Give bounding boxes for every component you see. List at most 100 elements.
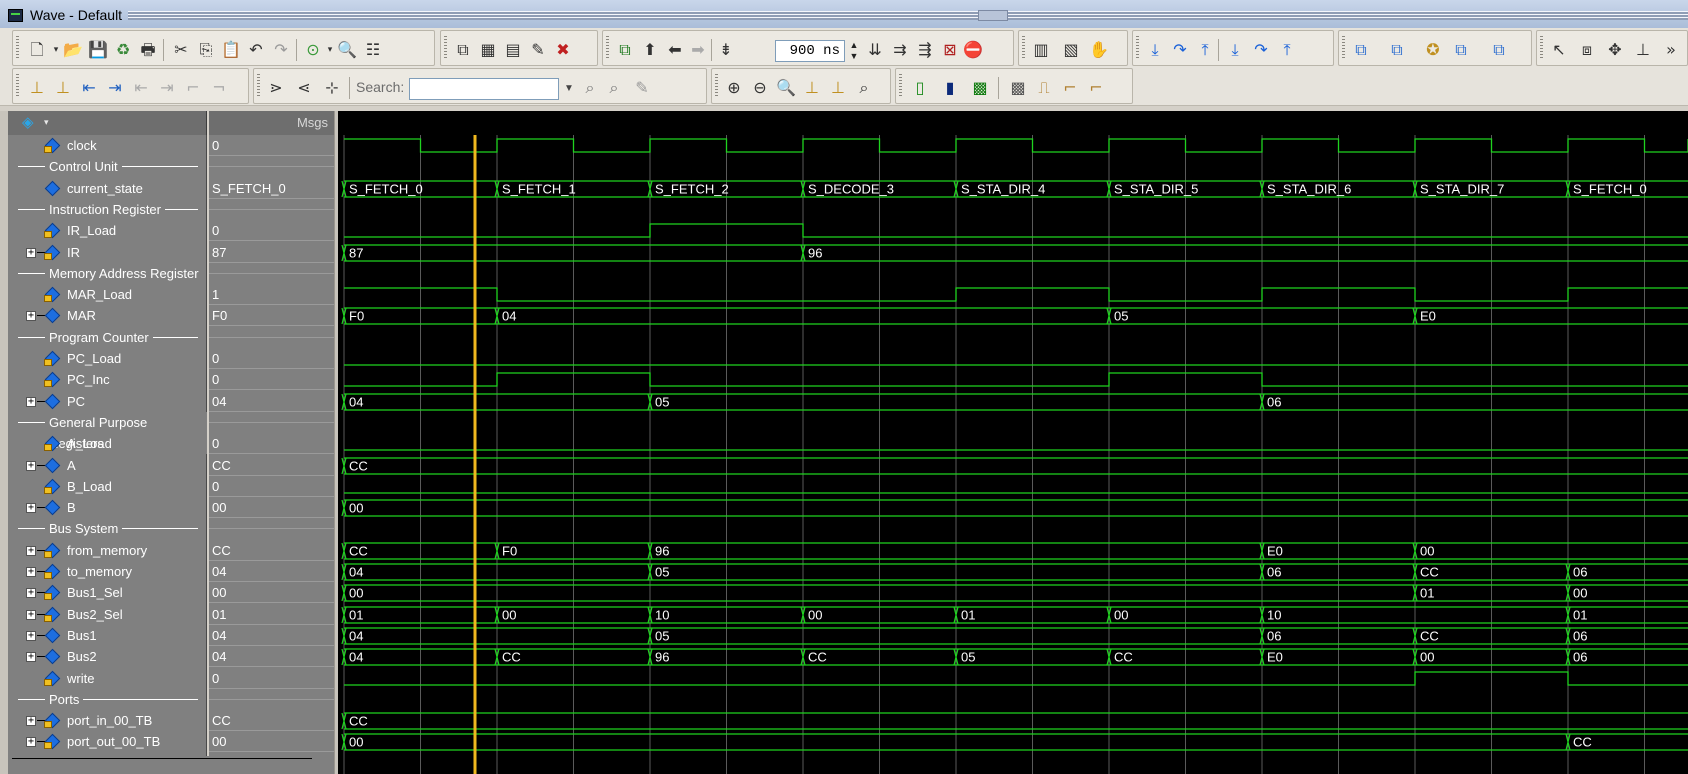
search-dropdown-icon[interactable]: ▼ bbox=[560, 78, 578, 100]
signal-row-B[interactable]: + B bbox=[8, 497, 207, 518]
signal-divider[interactable]: General Purpose Registers bbox=[8, 412, 207, 454]
delete-wave-icon[interactable]: ✖ bbox=[553, 40, 573, 60]
run-length-field[interactable]: 900 ns bbox=[775, 40, 845, 62]
zoom-region-icon[interactable]: ⌕ bbox=[854, 78, 874, 98]
waveform-Bus1_Sel[interactable]: 00 01 00 bbox=[341, 584, 1688, 602]
expand-icon[interactable]: + bbox=[26, 567, 36, 577]
signal-row-A[interactable]: + A bbox=[8, 455, 207, 476]
title-bar[interactable]: Wave - Default bbox=[0, 0, 1688, 30]
signal-divider[interactable]: Instruction Register bbox=[8, 199, 207, 220]
compare-add-icon[interactable]: ⧉ bbox=[1387, 40, 1407, 60]
waveform-IR_Load[interactable] bbox=[344, 223, 1688, 238]
signal-value[interactable]: CC bbox=[209, 710, 334, 731]
undo-icon[interactable]: ↶ bbox=[246, 40, 266, 60]
compare-run-icon[interactable]: ⧉ bbox=[1451, 40, 1471, 60]
expand-icon[interactable]: + bbox=[26, 652, 36, 662]
waveform-MAR[interactable]: F0 04 05 E0 bbox=[341, 307, 1688, 325]
paste-icon[interactable]: 📋 bbox=[221, 40, 241, 60]
format-icon[interactable]: ☷ bbox=[363, 40, 383, 60]
expand-icon[interactable]: + bbox=[26, 631, 36, 641]
signal-row-from_memory[interactable]: + from_memory bbox=[8, 540, 207, 561]
hierarchy-icon[interactable]: ⧉ bbox=[615, 40, 635, 60]
next-edge-icon[interactable]: ⇥ bbox=[105, 78, 125, 98]
signal-divider[interactable]: Bus System bbox=[8, 518, 207, 539]
print-icon[interactable]: 🖶 bbox=[138, 40, 158, 60]
chevron-down-icon[interactable]: ▾ bbox=[44, 117, 49, 128]
save-icon[interactable]: 💾 bbox=[88, 40, 108, 60]
signal-row-port_out_00_TB[interactable]: + port_out_00_TB bbox=[8, 731, 207, 752]
waveform-PC_Inc[interactable] bbox=[344, 372, 1688, 387]
rising-edge-icon[interactable]: ¬ bbox=[209, 78, 229, 98]
waveform-Bus2_Sel[interactable]: 01 00 10 00 01 00 10 01 bbox=[341, 606, 1688, 624]
expand-icon[interactable]: + bbox=[26, 461, 36, 471]
stop-icon[interactable]: ⛔ bbox=[963, 40, 983, 60]
signal-value[interactable]: F0 bbox=[209, 305, 334, 326]
signal-value[interactable]: 01 bbox=[209, 604, 334, 625]
expand-icon[interactable]: + bbox=[26, 610, 36, 620]
signal-value[interactable]: S_FETCH_0 bbox=[209, 178, 334, 199]
delta-collapse-icon[interactable]: ⌐ bbox=[1060, 78, 1080, 98]
search-input[interactable] bbox=[409, 78, 559, 100]
search-back-icon[interactable]: ⌕ bbox=[604, 78, 624, 98]
run-length-icon[interactable]: ⇟ bbox=[716, 40, 736, 60]
expand-icon[interactable]: + bbox=[26, 397, 36, 407]
signal-value[interactable]: CC bbox=[209, 455, 334, 476]
signal-row-Bus2[interactable]: + Bus2 bbox=[8, 646, 207, 667]
zoom-cursor-icon[interactable]: ⊥ bbox=[802, 78, 822, 98]
delete-cursor-icon[interactable]: ⊥ bbox=[53, 78, 73, 98]
new-file-icon[interactable]: 🗋 bbox=[27, 40, 47, 60]
arrow-left-icon[interactable]: ⬅ bbox=[665, 40, 685, 60]
wave-color-icon[interactable]: ▮ bbox=[940, 78, 960, 98]
signal-row-MAR_Load[interactable]: MAR_Load bbox=[8, 284, 207, 305]
signal-value[interactable]: 04 bbox=[209, 625, 334, 646]
open-folder-icon[interactable]: 📂 bbox=[63, 40, 83, 60]
signal-row-PC[interactable]: + PC bbox=[8, 391, 207, 412]
waveform-current_state[interactable]: S_FETCH_0 S_FETCH_1 S_FETCH_2 S_DECODE_3 S_S… bbox=[341, 180, 1688, 198]
run-length-spinner[interactable]: ▲ ▼ bbox=[847, 40, 861, 62]
signal-value[interactable]: 04 bbox=[209, 561, 334, 582]
signal-row-port_in_00_TB[interactable]: + port_in_00_TB bbox=[8, 710, 207, 731]
step-out-dropdown-icon[interactable]: ⤒ bbox=[1277, 40, 1297, 60]
edit-wave-icon[interactable]: ✎ bbox=[528, 40, 548, 60]
signal-row-Bus1_Sel[interactable]: + Bus1_Sel bbox=[8, 582, 207, 603]
search-options-icon[interactable]: ✎ bbox=[632, 78, 652, 98]
signal-row-IR[interactable]: + IR bbox=[8, 242, 207, 263]
expand-icon[interactable]: + bbox=[26, 503, 36, 513]
expand-icon[interactable]: + bbox=[26, 546, 36, 556]
waveform-port_in_00_TB[interactable]: CC bbox=[341, 712, 1688, 730]
copy-icon[interactable]: ⎘ bbox=[196, 40, 216, 60]
step-into-icon[interactable]: ⤓ bbox=[1145, 40, 1165, 60]
delta-icon[interactable]: ⎍ bbox=[1034, 78, 1054, 98]
signal-row-A_Load[interactable]: A_Load bbox=[8, 433, 207, 454]
expand-icon[interactable]: + bbox=[26, 737, 36, 747]
signal-row-current_state[interactable]: current_state bbox=[8, 178, 207, 199]
signal-value[interactable]: 87 bbox=[209, 242, 334, 263]
expression-icon[interactable]: ⊹ bbox=[322, 78, 342, 98]
arrow-up-icon[interactable]: ⬆ bbox=[640, 40, 660, 60]
signal-value[interactable]: 00 bbox=[209, 497, 334, 518]
waveform-A[interactable]: CC bbox=[341, 457, 1688, 475]
collapse-icon[interactable]: ⋖ bbox=[294, 78, 314, 98]
compare-end-icon[interactable]: ⧉ bbox=[1489, 40, 1509, 60]
signal-value[interactable]: 04 bbox=[209, 646, 334, 667]
signal-value[interactable]: 04 bbox=[209, 391, 334, 412]
signal-value[interactable]: 0 bbox=[209, 348, 334, 369]
signal-name-pane[interactable]: clock Control Unit current_state Instructio… bbox=[8, 135, 207, 774]
waveform-area[interactable]: S_FETCH_0 S_FETCH_1 S_FETCH_2 S_DECODE_3 S_S… bbox=[338, 135, 1688, 774]
compare-options-icon[interactable]: ✪ bbox=[1423, 40, 1443, 60]
layers-icon[interactable]: ⧉ bbox=[453, 40, 473, 60]
run-icon[interactable]: ⇊ bbox=[865, 40, 885, 60]
signal-row-Bus2_Sel[interactable]: + Bus2_Sel bbox=[8, 604, 207, 625]
event-mode-icon[interactable]: ▩ bbox=[1008, 78, 1028, 98]
signal-value[interactable]: 00 bbox=[209, 731, 334, 752]
previous-edge-icon[interactable]: ⇤ bbox=[79, 78, 99, 98]
continue-icon[interactable]: ⇉ bbox=[890, 40, 910, 60]
waveform-MAR_Load[interactable] bbox=[344, 287, 1688, 302]
wave-format-icon[interactable]: ▯ bbox=[910, 78, 930, 98]
pan-mode-icon[interactable]: ✥ bbox=[1605, 40, 1625, 60]
signal-row-B_Load[interactable]: B_Load bbox=[8, 476, 207, 497]
reload-icon[interactable]: ♻ bbox=[113, 40, 133, 60]
waveform-write[interactable] bbox=[344, 671, 1688, 686]
signal-divider[interactable]: Control Unit bbox=[8, 156, 207, 177]
waveform-port_out_00_TB[interactable]: 00 CC bbox=[341, 733, 1688, 751]
